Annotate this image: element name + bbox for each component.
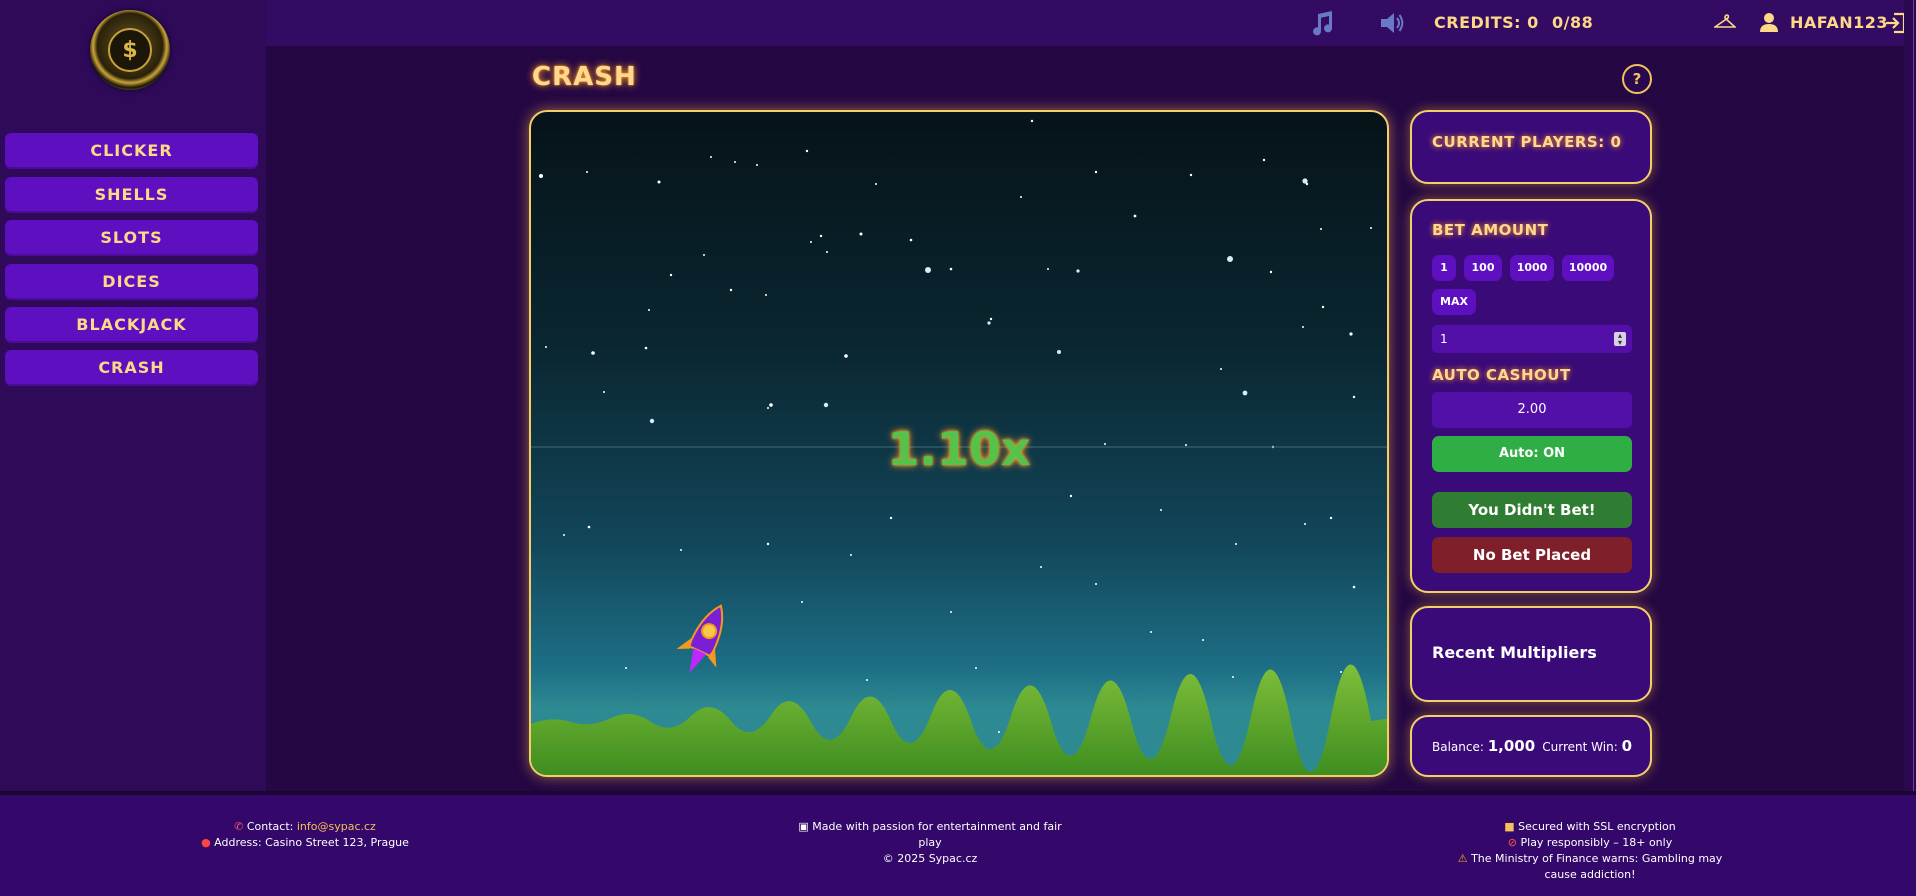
current-win-row: Current Win: 0 — [1542, 737, 1632, 755]
bet-amount-title: BET AMOUNT — [1432, 221, 1549, 239]
balance-row: Balance: 1,000 — [1432, 737, 1535, 755]
crash-game-canvas: 1.10x — [529, 110, 1389, 777]
credits-counter: CREDITS: 0 — [1434, 13, 1539, 32]
footer-warning-line2: cause addiction! — [1544, 868, 1636, 881]
nav-shells[interactable]: SHELLS — [5, 177, 258, 213]
sidebar: $ CLICKER SHELLS SLOTS DICES BLACKJACK C… — [0, 0, 266, 791]
footer-copyright: © 2025 Sypac.cz — [882, 852, 978, 865]
username[interactable]: HAFAN123 — [1790, 13, 1888, 32]
balance-panel: Balance: 1,000 Current Win: 0 — [1410, 715, 1652, 777]
recent-multipliers-panel: Recent Multipliers — [1410, 606, 1652, 702]
auto-toggle-button[interactable]: Auto: ON — [1432, 436, 1632, 472]
footer-warning-line1: ⚠ The Ministry of Finance warns: Gamblin… — [1440, 851, 1740, 867]
casino-chip-logo[interactable]: $ — [90, 10, 170, 90]
balance-value: 1,000 — [1487, 737, 1536, 755]
bet-chip-10000[interactable]: 10000 — [1562, 255, 1614, 281]
warning-text-1: The Ministry of Finance warns: Gambling … — [1471, 852, 1723, 865]
current-win-label: Current Win: — [1542, 740, 1618, 754]
logo-symbol: $ — [108, 28, 152, 72]
warning-icon: ⚠ — [1457, 852, 1468, 865]
scrollbar-thumb[interactable] — [1906, 0, 1914, 791]
stepper-arrows-icon[interactable]: ▴ ▾ — [1614, 332, 1626, 347]
footer-made-line2: play — [918, 836, 942, 849]
auto-cashout-title: AUTO CASHOUT — [1432, 366, 1571, 384]
page-title: CRASH — [532, 62, 637, 92]
nav-clicker[interactable]: CLICKER — [5, 133, 258, 169]
current-players-label: CURRENT PLAYERS: 0 — [1432, 133, 1622, 151]
footer: ✆ Contact: info@sypac.cz ● Address: Casi… — [0, 791, 1916, 896]
box-icon: ▣ — [798, 820, 809, 833]
footer-address: ● Address: Casino Street 123, Prague — [200, 835, 410, 851]
user-icon[interactable] — [1758, 10, 1780, 36]
hanger-icon[interactable] — [1714, 10, 1736, 36]
address-text: Address: Casino Street 123, Prague — [214, 836, 409, 849]
speaker-icon[interactable] — [1378, 10, 1406, 36]
players-panel: CURRENT PLAYERS: 0 — [1410, 110, 1652, 184]
top-bar: CREDITS: 0 0/88 HAFAN123 — [266, 0, 1916, 46]
current-win-value: 0 — [1621, 737, 1632, 755]
page-scrollbar[interactable] — [1904, 0, 1916, 791]
contact-label: Contact: — [246, 820, 294, 833]
bet-chip-1000[interactable]: 1000 — [1510, 255, 1554, 281]
bet-amount-value: 1 — [1440, 332, 1448, 346]
nav-crash[interactable]: CRASH — [5, 350, 258, 386]
no-bet-button[interactable]: No Bet Placed — [1432, 537, 1632, 573]
made-text-1: Made with passion for entertainment and … — [812, 820, 1062, 833]
music-note-icon[interactable] — [1308, 10, 1336, 36]
phone-icon: ✆ — [234, 820, 244, 833]
nav-blackjack[interactable]: BLACKJACK — [5, 307, 258, 343]
recent-multipliers-title: Recent Multipliers — [1432, 643, 1597, 662]
nav-slots[interactable]: SLOTS — [5, 220, 258, 256]
help-button[interactable]: ? — [1622, 64, 1652, 94]
footer-ssl: ■ Secured with SSL encryption — [1440, 819, 1740, 835]
footer-responsible: ⊘ Play responsibly – 18+ only — [1440, 835, 1740, 851]
contact-email-link[interactable]: info@sypac.cz — [297, 820, 376, 833]
bet-chip-1[interactable]: 1 — [1432, 255, 1456, 281]
bet-amount-input[interactable]: 1 ▴ ▾ — [1432, 325, 1632, 353]
pin-icon: ● — [201, 836, 211, 849]
lock-icon: ■ — [1504, 820, 1515, 833]
multiplier-display: 1.10x — [887, 422, 1031, 476]
balance-label: Balance: — [1432, 740, 1484, 754]
age-restriction-icon: ⊘ — [1507, 836, 1517, 849]
footer-contact: ✆ Contact: info@sypac.cz — [200, 819, 410, 835]
ssl-text: Secured with SSL encryption — [1518, 820, 1676, 833]
bet-status-button[interactable]: You Didn't Bet! — [1432, 492, 1632, 528]
bet-chip-100[interactable]: 100 — [1464, 255, 1502, 281]
bet-panel: BET AMOUNT 1 100 1000 10000 MAX 1 ▴ ▾ AUT… — [1410, 199, 1652, 593]
bet-chip-max[interactable]: MAX — [1432, 289, 1476, 315]
progress-counter: 0/88 — [1552, 13, 1594, 32]
nav-dices[interactable]: DICES — [5, 264, 258, 300]
footer-made-line1: ▣ Made with passion for entertainment an… — [780, 819, 1080, 835]
responsible-text: Play responsibly – 18+ only — [1520, 836, 1673, 849]
bright-stars — [649, 178, 1308, 424]
auto-cashout-input[interactable]: 2.00 — [1432, 392, 1632, 428]
rocket-icon — [676, 604, 724, 673]
grass-ground — [531, 664, 1387, 775]
